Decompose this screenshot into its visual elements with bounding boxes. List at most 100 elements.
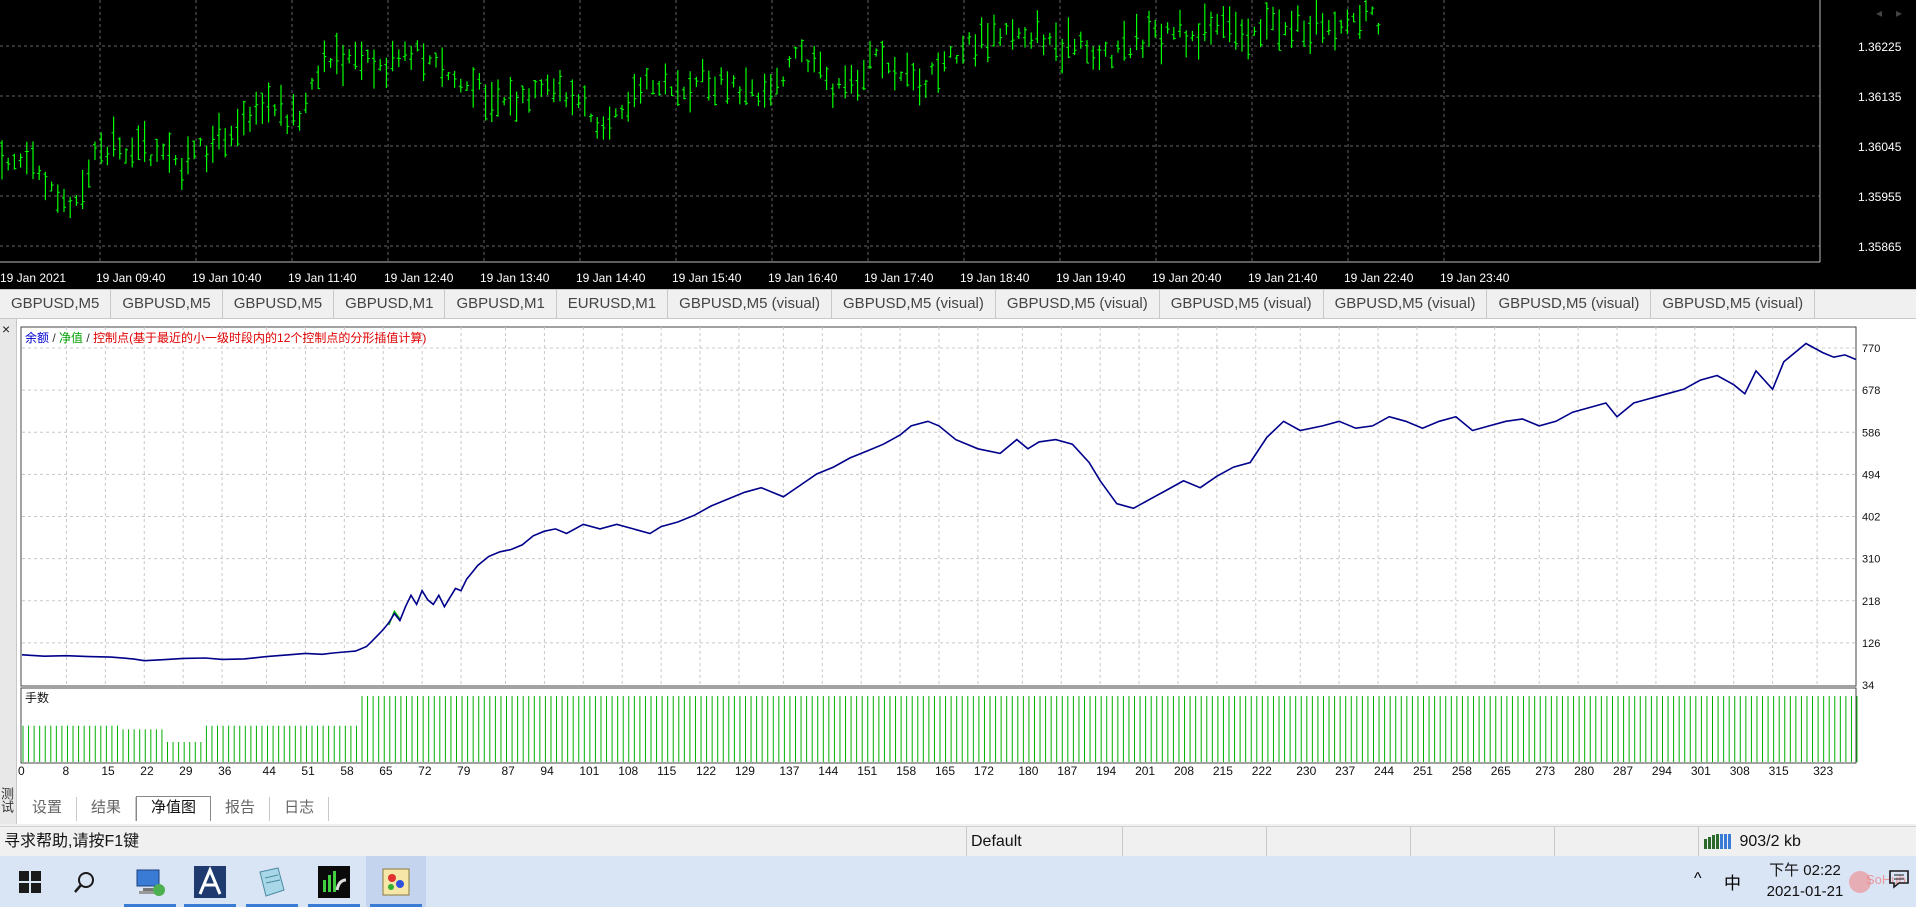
- equity-x-tick: 101: [579, 764, 599, 778]
- taskbar-app-a[interactable]: [180, 856, 240, 907]
- equity-x-tick: 0: [18, 764, 25, 778]
- equity-chart: 770 678 586 494 402 310 218 126 34 0 8 15 22 29 36 44 5…: [18, 326, 1880, 778]
- tester-tab[interactable]: 日志: [270, 797, 330, 821]
- chart-tab[interactable]: GBPUSD,M5 (visual): [1651, 290, 1816, 318]
- equity-x-tick: 115: [657, 764, 676, 778]
- tester-tabs: 设置 结果 净值图 报告 日志: [18, 795, 330, 821]
- strategy-tester-panel: × 测试 770 678 586 494 402 310 218 126 34 0 8 15 22 29…: [0, 319, 1916, 824]
- computer-icon: [136, 869, 165, 896]
- notification-icon: [1889, 870, 1909, 889]
- equity-x-tick: 244: [1374, 764, 1394, 778]
- chart-tab[interactable]: GBPUSD,M1: [445, 290, 557, 318]
- chart-tab[interactable]: GBPUSD,M5 (visual): [832, 290, 996, 318]
- chart-tab[interactable]: GBPUSD,M5 (visual): [1487, 290, 1652, 318]
- chart-tab[interactable]: GBPUSD,M5: [223, 290, 335, 318]
- tester-tab[interactable]: 净值图: [136, 796, 212, 821]
- equity-x-tick: 201: [1135, 764, 1155, 778]
- equity-y-tick: 494: [1862, 469, 1880, 481]
- equity-x-tick: 194: [1096, 764, 1116, 778]
- equity-x-tick: 151: [857, 764, 877, 778]
- taskbar-app-notes[interactable]: [242, 856, 302, 907]
- time-tick-label: 19 Jan 23:40: [1440, 271, 1510, 285]
- equity-x-tick: 315: [1769, 764, 1789, 778]
- time-tick-label: 19 Jan 17:40: [864, 271, 934, 285]
- taskbar-app-paint[interactable]: [366, 856, 426, 907]
- equity-x-tick: 265: [1491, 764, 1511, 778]
- chart-tab[interactable]: GBPUSD,M5 (visual): [1160, 290, 1324, 318]
- equity-x-axis: 0 8 15 22 29 36 44 51 58 65 72 79 87 94 101 108 115 122 12…: [18, 764, 1833, 778]
- equity-x-tick: 137: [779, 764, 799, 778]
- search-icon: [74, 871, 94, 893]
- taskbar-app-metatrader[interactable]: [304, 856, 364, 907]
- chart-tab[interactable]: GBPUSD,M5 (visual): [996, 290, 1160, 318]
- equity-x-tick: 280: [1574, 764, 1594, 778]
- chart-tab[interactable]: EURUSD,M1: [557, 290, 669, 318]
- chart-tab[interactable]: GBPUSD,M5 (visual): [1324, 290, 1488, 318]
- equity-x-tick: 79: [457, 764, 471, 778]
- input-method-indicator[interactable]: 中: [1724, 869, 1741, 894]
- taskbar-app-computer[interactable]: [120, 856, 180, 907]
- equity-x-tick: 323: [1813, 764, 1833, 778]
- equity-x-tick: 122: [696, 764, 716, 778]
- equity-y-tick: 34: [1862, 680, 1874, 692]
- equity-x-tick: 94: [540, 764, 554, 778]
- equity-y-tick: 402: [1862, 512, 1880, 524]
- equity-x-tick: 158: [896, 764, 916, 778]
- equity-x-tick: 15: [101, 764, 115, 778]
- tab-scroll-left-icon[interactable]: ◂: [1876, 6, 1882, 20]
- chart-tab[interactable]: GBPUSD,M5: [0, 290, 112, 318]
- equity-x-tick: 208: [1174, 764, 1194, 778]
- taskbar-clock[interactable]: 下午 02:22 2021-01-21: [1750, 860, 1860, 902]
- equity-x-tick: 165: [935, 764, 955, 778]
- clock-date: 2021-01-21: [1766, 883, 1844, 900]
- price-tick-label: 1.35865: [1858, 240, 1902, 254]
- equity-x-tick: 8: [62, 764, 69, 778]
- notifications-button[interactable]: [1888, 868, 1910, 895]
- chart-legend: 余额 / 净值 / 控制点(基于最近的小一级时段内的12个控制点的分形插值计算): [25, 330, 426, 345]
- price-chart[interactable]: 1.36225 1.36135 1.36045 1.35955 1.35865 19 J…: [0, 0, 1916, 289]
- status-help-text: 寻求帮助,请按F1键: [4, 833, 140, 850]
- notepad-icon: [259, 866, 285, 897]
- tester-tab[interactable]: 设置: [18, 797, 78, 821]
- equity-x-tick: 44: [263, 764, 277, 778]
- equity-x-tick: 180: [1018, 764, 1038, 778]
- price-tick-label: 1.35955: [1858, 190, 1902, 204]
- equity-x-tick: 287: [1613, 764, 1633, 778]
- time-tick-label: 19 Jan 16:40: [768, 271, 838, 285]
- time-tick-label: 19 Jan 2021: [0, 271, 66, 285]
- tab-scroll-right-icon[interactable]: ▸: [1896, 6, 1902, 20]
- chart-tab[interactable]: GBPUSD,M5: [111, 290, 223, 318]
- equity-y-tick: 586: [1862, 427, 1880, 439]
- time-tick-label: 19 Jan 22:40: [1344, 271, 1414, 285]
- tester-tab[interactable]: 报告: [211, 797, 271, 821]
- equity-x-tick: 129: [735, 764, 755, 778]
- equity-x-tick: 72: [418, 764, 432, 778]
- time-tick-label: 19 Jan 21:40: [1248, 271, 1318, 285]
- tester-tab[interactable]: 结果: [77, 797, 137, 821]
- time-tick-label: 19 Jan 13:40: [480, 271, 550, 285]
- time-tick-label: 19 Jan 19:40: [1056, 271, 1126, 285]
- chart-tab[interactable]: GBPUSD,M5 (visual): [668, 290, 833, 318]
- legend-equity: 净值: [59, 330, 83, 345]
- tray-chevron-icon[interactable]: ^: [1694, 870, 1702, 888]
- equity-x-tick: 237: [1335, 764, 1355, 778]
- status-traffic: 903/2 kb: [1698, 827, 1913, 857]
- time-tick-label: 19 Jan 18:40: [960, 271, 1030, 285]
- equity-x-tick: 230: [1296, 764, 1316, 778]
- time-tick-label: 19 Jan 20:40: [1152, 271, 1222, 285]
- equity-x-tick: 222: [1252, 764, 1272, 778]
- equity-x-tick: 22: [140, 764, 154, 778]
- search-button[interactable]: [55, 856, 115, 907]
- equity-x-tick: 87: [502, 764, 516, 778]
- clock-time: 下午 02:22: [1769, 862, 1841, 879]
- connection-bars-icon: [1704, 834, 1731, 849]
- equity-x-tick: 51: [301, 764, 315, 778]
- time-tick-label: 19 Jan 15:40: [672, 271, 742, 285]
- time-tick-label: 19 Jan 12:40: [384, 271, 454, 285]
- equity-x-tick: 144: [818, 764, 838, 778]
- price-tick-label: 1.36045: [1858, 140, 1902, 154]
- equity-x-tick: 29: [179, 764, 193, 778]
- time-tick-label: 19 Jan 14:40: [576, 271, 646, 285]
- start-button[interactable]: [0, 856, 60, 907]
- chart-tab[interactable]: GBPUSD,M1: [334, 290, 446, 318]
